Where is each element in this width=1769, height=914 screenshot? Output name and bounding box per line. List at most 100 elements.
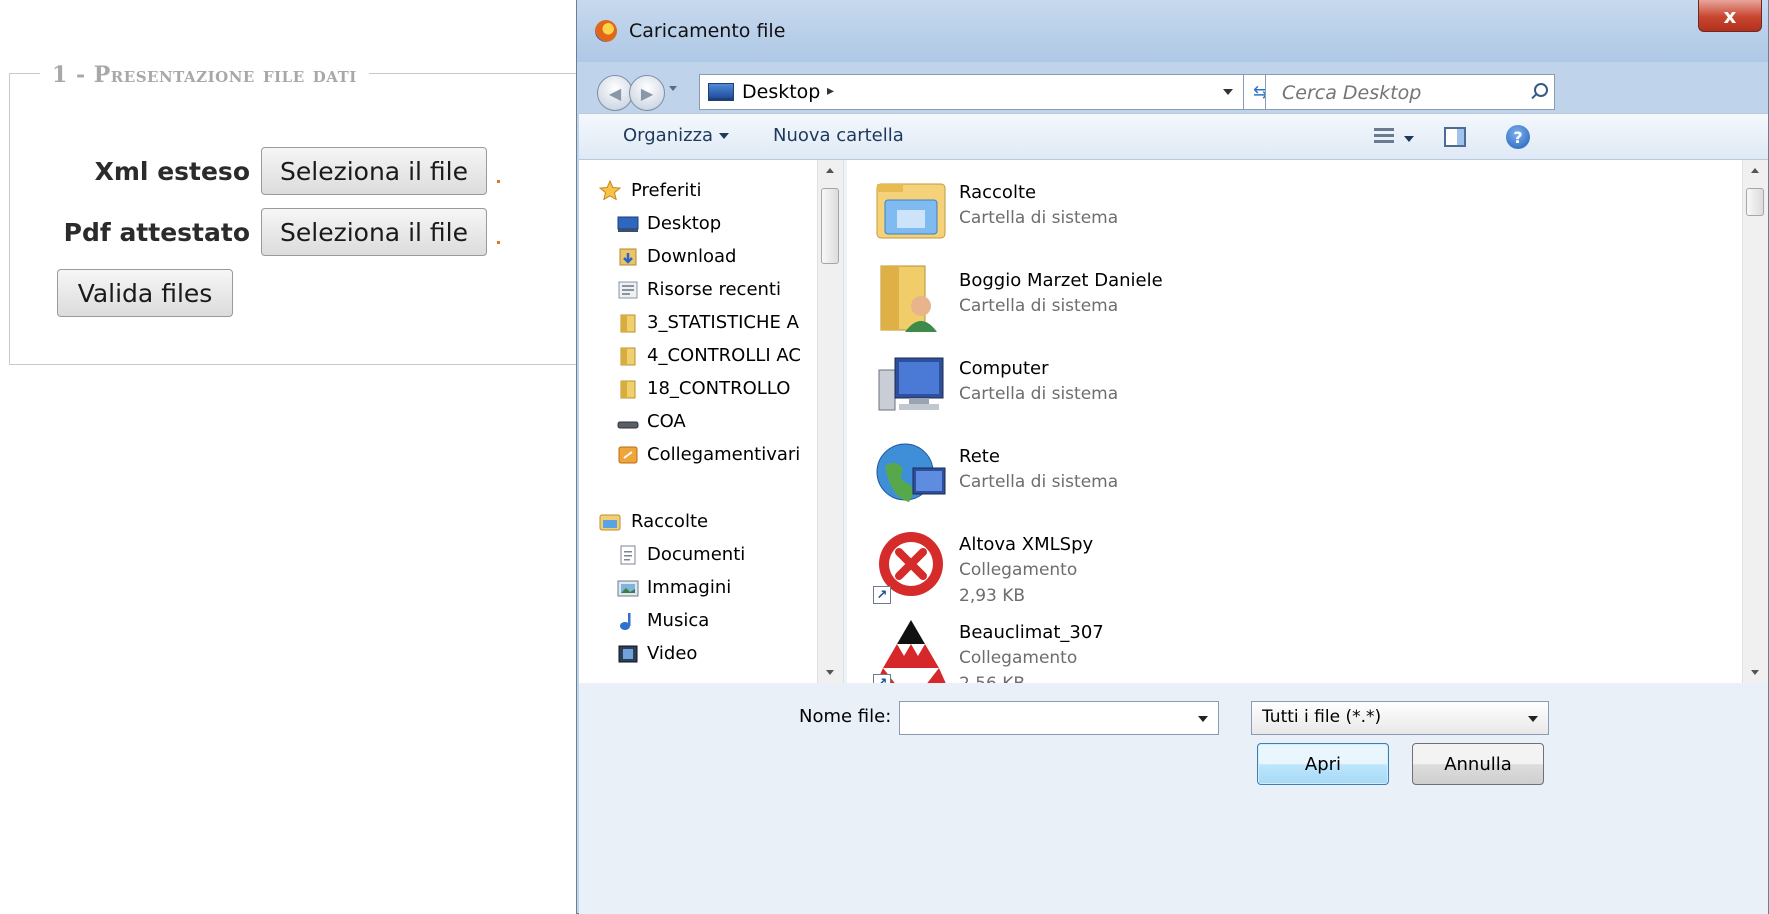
- list-item[interactable]: Rete Cartella di sistema: [875, 436, 1375, 518]
- scroll-up-icon[interactable]: [826, 168, 834, 173]
- file-size: 2,56 KB: [959, 674, 1025, 683]
- select-pdf-file-button[interactable]: Seleziona il file: [261, 208, 487, 256]
- status-mark: [497, 241, 500, 244]
- file-upload-dialog: Caricamento file x ◀ ▶ Desktop ▸ ⇆ Organ…: [576, 0, 1769, 914]
- list-item[interactable]: Raccolte Cartella di sistema: [875, 172, 1375, 254]
- nav-item-coa[interactable]: COA: [647, 407, 686, 435]
- shortcut-folder-icon: [617, 445, 639, 465]
- dialog-content: Preferiti Desktop Download Risorse recen…: [579, 160, 1768, 683]
- file-type: Collegamento: [959, 560, 1078, 580]
- network-icon: [875, 438, 947, 510]
- cancel-button[interactable]: Annulla: [1412, 743, 1544, 785]
- chevron-down-icon: [719, 133, 730, 139]
- preview-pane-icon[interactable]: [1444, 127, 1466, 147]
- nav-item-video[interactable]: Video: [647, 639, 697, 667]
- nav-item-folder[interactable]: 18_CONTROLLO: [647, 374, 790, 402]
- xml-esteso-label: Xml esteso: [94, 157, 250, 186]
- address-bar[interactable]: Desktop ▸: [699, 74, 1244, 110]
- new-folder-button[interactable]: Nuova cartella: [773, 125, 904, 146]
- pictures-icon: [617, 578, 639, 598]
- shortcut-arrow-icon: ↗: [873, 586, 891, 604]
- address-location[interactable]: Desktop: [742, 81, 820, 103]
- filename-combobox[interactable]: [899, 701, 1219, 735]
- nav-pane-scrollbar[interactable]: [817, 160, 843, 683]
- filename-label: Nome file:: [799, 706, 892, 727]
- libraries-icon: [599, 512, 621, 532]
- downloads-folder-icon: [617, 247, 639, 267]
- dialog-footer: Nome file: Tutti i file (*.*) Apri Annul…: [579, 683, 1768, 914]
- validate-files-button[interactable]: Valida files: [57, 269, 233, 317]
- file-name: Rete: [959, 446, 1000, 467]
- search-icon[interactable]: [1534, 83, 1548, 97]
- video-icon: [617, 644, 639, 664]
- scroll-thumb[interactable]: [1746, 188, 1764, 216]
- search-box[interactable]: [1265, 74, 1555, 110]
- view-dropdown-icon[interactable]: [1404, 136, 1414, 142]
- nav-item-folder[interactable]: 4_CONTROLLI AC: [647, 341, 801, 369]
- nav-item-collegamentivari[interactable]: Collegamentivari: [647, 440, 800, 468]
- filename-input[interactable]: [906, 706, 1190, 732]
- firefox-icon: [595, 20, 617, 42]
- scroll-down-icon[interactable]: [1751, 670, 1759, 675]
- star-icon: [598, 179, 622, 201]
- arrow-right-icon: ▶: [640, 83, 654, 103]
- dialog-title: Caricamento file: [629, 20, 786, 42]
- file-type-select[interactable]: Tutti i file (*.*): [1251, 701, 1549, 735]
- nav-item-musica[interactable]: Musica: [647, 606, 709, 634]
- filename-dropdown-icon[interactable]: [1198, 716, 1208, 722]
- list-item[interactable]: ↗ Altova XMLSpy Collegamento 2,93 KB: [873, 524, 1375, 606]
- select-xml-file-button[interactable]: Seleziona il file: [261, 147, 487, 195]
- status-mark: [497, 180, 500, 183]
- organize-label: Organizza: [623, 125, 714, 146]
- desktop-icon: [708, 83, 734, 101]
- address-dropdown-icon[interactable]: [1223, 89, 1233, 95]
- user-folder-icon: [875, 262, 947, 334]
- command-bar: Organizza Nuova cartella ?: [579, 113, 1768, 160]
- dialog-titlebar[interactable]: Caricamento file x: [577, 0, 1768, 62]
- file-type: Cartella di sistema: [959, 384, 1119, 404]
- change-view-icon[interactable]: [1374, 128, 1394, 146]
- list-item[interactable]: Computer Cartella di sistema: [875, 348, 1375, 430]
- nav-item-raccolte[interactable]: Raccolte: [631, 507, 708, 535]
- desktop-icon: [617, 214, 639, 234]
- file-name: Raccolte: [959, 182, 1037, 203]
- organize-menu[interactable]: Organizza: [623, 125, 730, 146]
- nav-item-risorse-recenti[interactable]: Risorse recenti: [647, 275, 781, 303]
- nav-item-immagini[interactable]: Immagini: [647, 573, 731, 601]
- nav-item-download[interactable]: Download: [647, 242, 736, 270]
- file-name: Computer: [959, 358, 1049, 379]
- scroll-up-icon[interactable]: [1751, 168, 1759, 173]
- file-type: Collegamento: [959, 648, 1078, 668]
- forward-button[interactable]: ▶: [629, 75, 665, 111]
- help-icon[interactable]: ?: [1506, 125, 1530, 149]
- file-type: Cartella di sistema: [959, 472, 1119, 492]
- recent-locations-dropdown[interactable]: [669, 86, 677, 91]
- nav-item-preferiti[interactable]: Preferiti: [631, 176, 702, 204]
- beauclimat-icon: [875, 614, 947, 683]
- nav-item-folder[interactable]: 3_STATISTICHE A: [647, 308, 799, 336]
- pdf-attestato-label: Pdf attestato: [63, 218, 250, 247]
- nav-item-desktop[interactable]: Desktop: [647, 209, 721, 237]
- breadcrumb-caret-icon[interactable]: ▸: [827, 83, 834, 99]
- back-button[interactable]: ◀: [597, 75, 633, 111]
- list-item[interactable]: Boggio Marzet Daniele Cartella di sistem…: [875, 260, 1375, 342]
- music-icon: [617, 611, 639, 631]
- libraries-folder-icon: [875, 174, 947, 246]
- navigation-pane: Preferiti Desktop Download Risorse recen…: [579, 160, 843, 683]
- folder-icon: [617, 346, 639, 366]
- drive-icon: [617, 412, 639, 432]
- file-type-selected: Tutti i file (*.*): [1262, 707, 1382, 727]
- folder-icon: [617, 379, 639, 399]
- search-input[interactable]: [1280, 79, 1514, 107]
- file-name: Altova XMLSpy: [959, 534, 1094, 555]
- scroll-down-icon[interactable]: [826, 670, 834, 675]
- open-button[interactable]: Apri: [1257, 743, 1389, 785]
- file-list: Raccolte Cartella di sistema Boggio Marz…: [847, 160, 1742, 683]
- close-button[interactable]: x: [1698, 0, 1762, 32]
- file-name: Boggio Marzet Daniele: [959, 270, 1163, 291]
- computer-icon: [875, 350, 947, 422]
- file-list-scrollbar[interactable]: [1742, 160, 1768, 683]
- nav-item-documenti[interactable]: Documenti: [647, 540, 745, 568]
- list-item[interactable]: ↗ Beauclimat_307 Collegamento 2,56 KB: [873, 612, 1375, 683]
- scroll-thumb[interactable]: [821, 188, 839, 264]
